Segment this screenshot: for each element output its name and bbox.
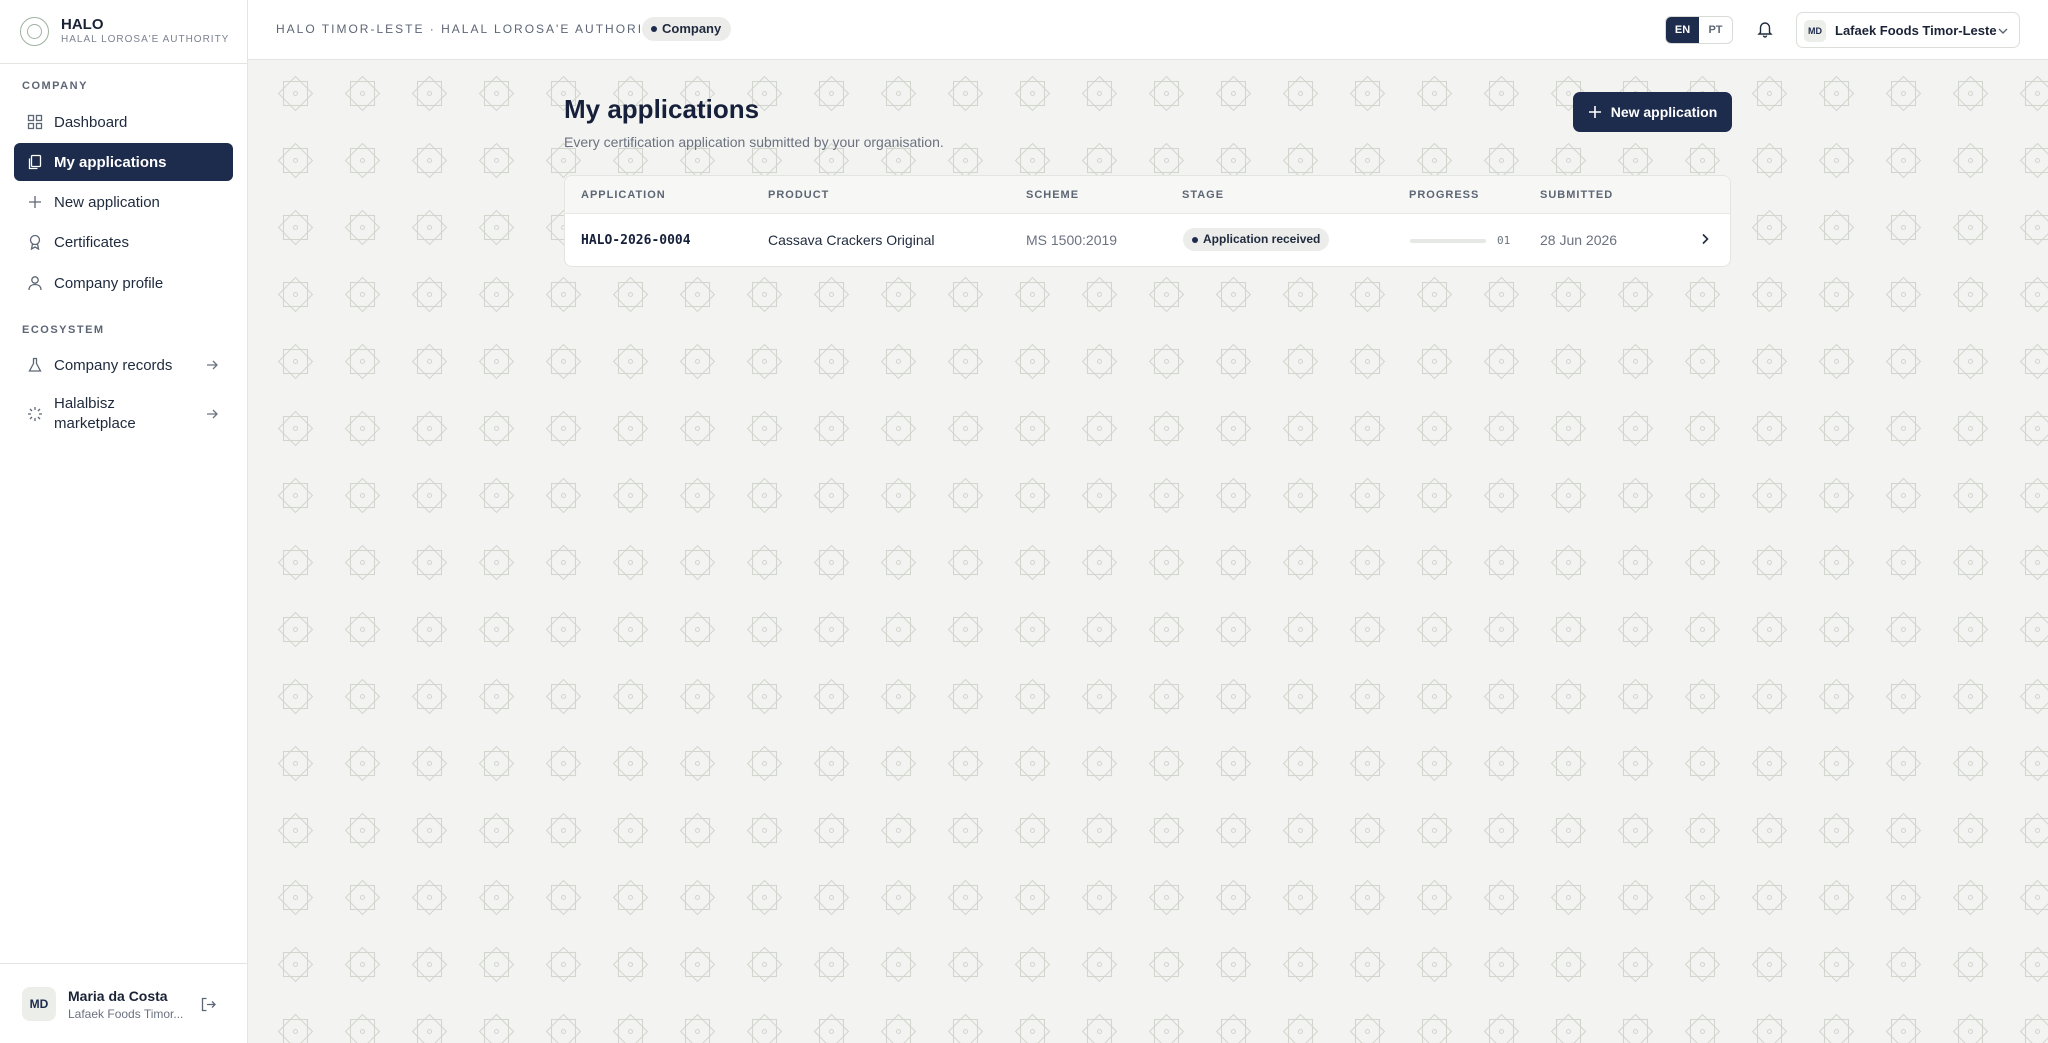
sidebar-item-label: Company records	[54, 356, 173, 374]
sidebar-item-label: Certificates	[54, 233, 130, 251]
column-header-stage: STAGE	[1182, 189, 1225, 201]
chevron-down-icon	[1998, 28, 2008, 34]
column-header-submitted: SUBMITTED	[1540, 189, 1614, 201]
brand-subtitle: HALAL LOROSA'E AUTHORITY	[61, 34, 230, 45]
column-header-scheme: SCHEME	[1026, 189, 1080, 201]
page-subtitle: Every certification application submitte…	[564, 134, 944, 150]
applications-table: APPLICATION PRODUCT SCHEME STAGE PROGRES…	[564, 175, 1731, 267]
sidebar-item-company-records[interactable]: Company records	[14, 346, 233, 384]
sparkle-icon	[28, 407, 42, 421]
progress-bar	[1410, 239, 1486, 243]
user-card: MD Maria da Costa Lafaek Foods Timor...	[0, 963, 248, 1043]
role-badge: Company	[642, 17, 732, 41]
application-id: HALO-2026-0004	[581, 233, 691, 248]
plus-icon	[1588, 106, 1601, 118]
progress-value: 01	[1497, 234, 1511, 247]
avatar: MD	[22, 987, 56, 1021]
sidebar-item-label: Company profile	[54, 274, 164, 292]
grid-icon	[27, 114, 43, 130]
sidebar-item-company-profile[interactable]: Company profile	[14, 264, 233, 302]
sidebar-item-label: Halalbisz marketplace	[54, 395, 136, 432]
user-name: Maria da Costa	[68, 988, 168, 1004]
arrow-right-icon	[207, 409, 218, 419]
copy-icon	[28, 154, 42, 170]
sidebar-item-label: New application	[54, 193, 160, 211]
language-switch: EN PT	[1665, 16, 1733, 44]
logo-icon	[20, 17, 49, 46]
table-header: APPLICATION PRODUCT SCHEME STAGE PROGRES…	[565, 176, 1730, 214]
main-content: My applications Every certification appl…	[248, 60, 2048, 1043]
new-application-button[interactable]: New application	[1573, 92, 1732, 132]
flask-icon	[28, 357, 42, 372]
product-name: Cassava Crackers Original	[768, 232, 935, 248]
brand[interactable]: HALO HALAL LOROSA'E AUTHORITY	[0, 0, 247, 64]
award-icon	[29, 234, 41, 250]
submitted-date: 28 Jun 2026	[1540, 232, 1618, 248]
breadcrumb: HALO TIMOR-LESTE · HALAL LOROSA'E AUTHOR…	[276, 22, 663, 36]
chevron-right-icon[interactable]	[1698, 232, 1712, 246]
organisation-name: Lafaek Foods Timor-Leste	[1835, 23, 1997, 38]
bell-icon[interactable]	[1756, 20, 1774, 38]
sidebar-item-label: My applications	[54, 153, 167, 171]
arrow-right-icon	[207, 360, 218, 370]
column-header-progress: PROGRESS	[1409, 189, 1480, 201]
nav-section-company: COMPANY	[22, 80, 88, 92]
logout-icon[interactable]	[200, 996, 217, 1013]
column-header-product: PRODUCT	[768, 189, 830, 201]
brand-name: HALO	[61, 16, 104, 33]
topbar: HALO TIMOR-LESTE · HALAL LOROSA'E AUTHOR…	[248, 0, 2048, 60]
user-icon	[28, 276, 42, 291]
sidebar-item-label: Dashboard	[54, 113, 128, 131]
language-en-button[interactable]: EN	[1666, 17, 1699, 43]
language-pt-button[interactable]: PT	[1699, 17, 1732, 43]
stage-badge: Application received	[1183, 228, 1330, 251]
sidebar-item-new-application[interactable]: New application	[14, 183, 233, 221]
scheme: MS 1500:2019	[1026, 232, 1118, 248]
user-organisation: Lafaek Foods Timor...	[68, 1007, 184, 1021]
sidebar-item-halalbisz-marketplace[interactable]: Halalbisz marketplace	[14, 389, 233, 439]
organisation-avatar: MD	[1804, 20, 1826, 42]
sidebar-item-my-applications[interactable]: My applications	[14, 143, 233, 181]
nav-section-ecosystem: ECOSYSTEM	[22, 324, 105, 336]
table-row[interactable]: HALO-2026-0004 Cassava Crackers Original…	[565, 214, 1730, 266]
organisation-switcher[interactable]: MD Lafaek Foods Timor-Leste	[1796, 12, 2020, 48]
sidebar-item-dashboard[interactable]: Dashboard	[14, 103, 233, 141]
new-application-label: New application	[1610, 104, 1718, 120]
plus-icon	[29, 196, 41, 208]
sidebar: HALO HALAL LOROSA'E AUTHORITY COMPANY Da…	[0, 0, 248, 1043]
column-header-application: APPLICATION	[581, 189, 666, 201]
sidebar-item-certificates[interactable]: Certificates	[14, 223, 233, 261]
page-title: My applications	[564, 94, 760, 124]
